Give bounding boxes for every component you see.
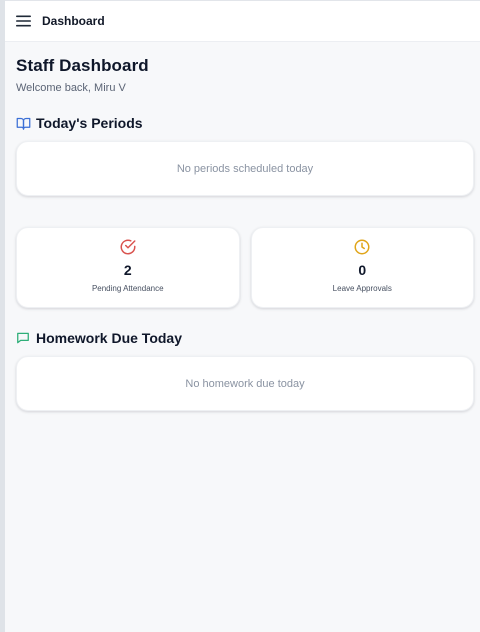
check-circle-icon	[119, 238, 137, 256]
homework-empty-card: No homework due today	[16, 356, 474, 411]
leave-approvals-value: 0	[358, 262, 367, 278]
book-open-icon	[16, 115, 32, 131]
homework-section-title: Homework Due Today	[36, 330, 182, 346]
leave-approvals-label: Leave Approvals	[332, 284, 392, 293]
top-bar: Dashboard	[5, 1, 480, 42]
stats-row: 2 Pending Attendance 0 Leave Approvals	[16, 227, 474, 308]
page-title: Staff Dashboard	[16, 56, 149, 75]
periods-empty-card: No periods scheduled today	[16, 141, 474, 196]
app-frame: Dashboard Staff Dashboard Welcome back, …	[5, 0, 480, 632]
periods-section-title: Today's Periods	[36, 115, 143, 131]
welcome-text: Welcome back, Miru V	[16, 82, 126, 94]
homework-section-header: Homework Due Today	[16, 330, 474, 346]
pending-attendance-label: Pending Attendance	[91, 284, 164, 293]
header-title: Dashboard	[42, 14, 105, 28]
clock-icon	[353, 238, 371, 256]
main-content: Staff Dashboard Welcome back, Miru V Tod…	[5, 56, 480, 411]
leave-approvals-card[interactable]: 0 Leave Approvals	[250, 227, 474, 308]
pending-attendance-value: 2	[123, 262, 132, 278]
hamburger-menu-icon[interactable]	[16, 14, 32, 28]
periods-empty-text: No periods scheduled today	[176, 162, 314, 175]
periods-section-header: Today's Periods	[16, 115, 474, 131]
homework-empty-text: No homework due today	[185, 377, 305, 390]
message-square-icon	[16, 330, 32, 346]
pending-attendance-card[interactable]: 2 Pending Attendance	[16, 227, 240, 308]
